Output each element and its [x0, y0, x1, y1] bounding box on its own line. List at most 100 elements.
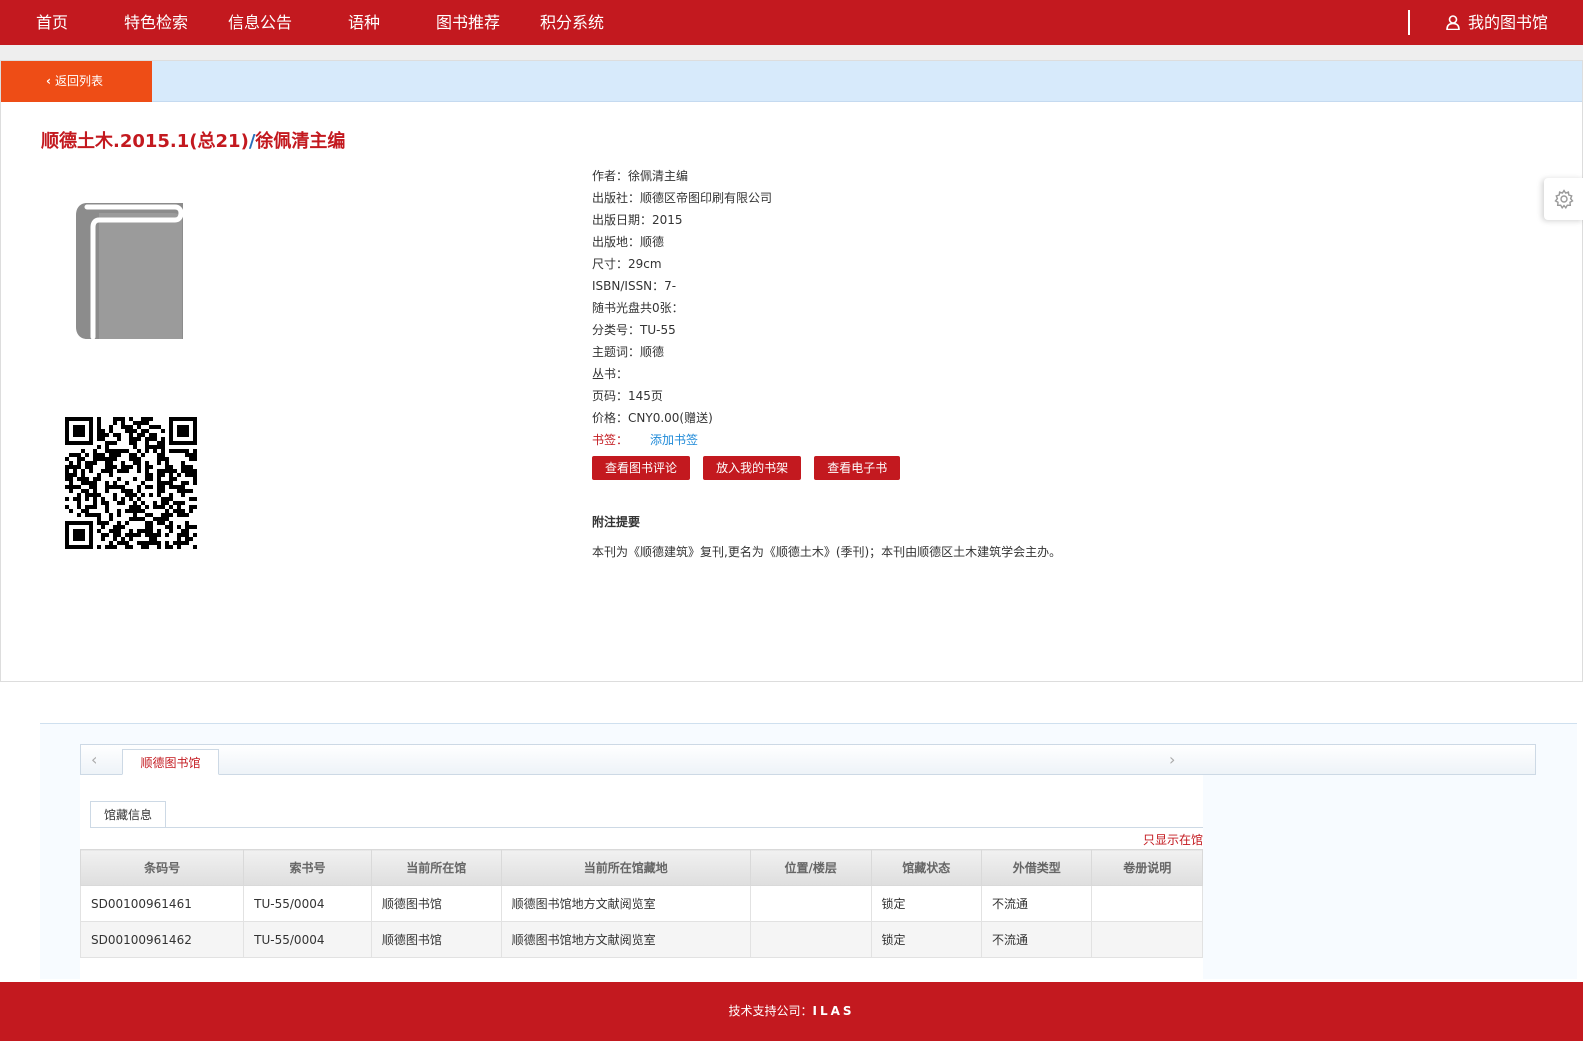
meta-row-bookmark: 书签： 添加书签	[592, 429, 772, 451]
table-cell: 顺德图书馆	[370, 885, 502, 922]
footer-brand: ILAS	[812, 1004, 855, 1018]
column-header: 外借类型	[981, 849, 1093, 886]
settings-tab[interactable]	[1544, 178, 1583, 220]
nav-announcements[interactable]: 信息公告	[228, 0, 292, 45]
meta-value: 顺德	[640, 345, 665, 359]
holdings-section: ‹ 顺德图书馆 › 馆藏信息 只显示在馆 条码号 索书号 当前所在馆 当前所在馆藏地位…	[40, 723, 1577, 980]
only-show-available-link[interactable]: 只显示在馆	[1143, 831, 1203, 848]
meta-key: ISBN/ISSN：	[592, 279, 665, 293]
table-cell: 锁定	[870, 921, 983, 958]
meta-key: 出版地：	[592, 235, 641, 249]
meta-key: 出版社：	[592, 191, 641, 205]
add-to-shelf-button[interactable]: 放入我的书架	[703, 456, 802, 480]
meta-key: 页码：	[592, 389, 629, 403]
column-header: 当前所在馆藏地	[500, 849, 751, 886]
column-header: 条码号	[79, 849, 245, 886]
meta-key: 尺寸：	[592, 257, 629, 271]
library-tab-strip: ‹ 顺德图书馆 ›	[80, 744, 1536, 775]
tab-shunde-library[interactable]: 顺德图书馆	[122, 749, 219, 775]
meta-value: 2015	[652, 213, 683, 227]
meta-row: 出版地：顺德	[592, 231, 772, 253]
meta-row: 作者：徐佩清主编	[592, 165, 772, 187]
chevron-left-icon: ‹	[46, 74, 51, 88]
column-header: 当前所在馆	[370, 849, 502, 886]
table-row: SD00100961462 TU-55/0004 顺德图书馆 顺德图书馆地方文献阅览室…	[79, 921, 1203, 958]
notes-heading: 附注提要	[592, 515, 641, 529]
meta-key: 作者：	[592, 169, 629, 183]
back-bar: ‹ 返回列表	[1, 61, 1582, 102]
tab-holdings-info[interactable]: 馆藏信息	[90, 801, 166, 827]
table-cell: 不流通	[981, 921, 1093, 958]
footer-support-label: 技术支持公司：	[728, 1004, 813, 1018]
table-cell: 顺德图书馆	[370, 921, 502, 958]
meta-value: TU-55	[640, 323, 676, 337]
table-cell	[1091, 921, 1203, 958]
view-ebook-button[interactable]: 查看电子书	[814, 456, 901, 480]
book-metadata: 作者：徐佩清主编 出版社：顺德区帝图印刷有限公司 出版日期：2015 出版地：顺德 尺寸…	[592, 165, 772, 451]
column-header: 卷册说明	[1091, 849, 1203, 886]
my-library-link[interactable]: 我的图书馆	[1446, 0, 1548, 45]
table-cell	[749, 921, 872, 958]
table-header-row: 条码号 索书号 当前所在馆 当前所在馆藏地 位置/楼层 馆藏状态 外借类型 卷册说明	[79, 849, 1203, 886]
tab-scroll-left-icon[interactable]: ‹	[91, 745, 97, 774]
nav-book-recommend[interactable]: 图书推荐	[436, 0, 500, 45]
nav-special-search[interactable]: 特色检索	[124, 0, 188, 45]
table-cell: TU-55/0004	[243, 921, 372, 958]
column-header: 馆藏状态	[870, 849, 983, 886]
table-cell: SD00100961461	[79, 885, 245, 922]
meta-key: 出版日期：	[592, 213, 653, 227]
meta-row: 出版日期：2015	[592, 209, 772, 231]
bookmark-key: 书签：	[592, 433, 629, 447]
meta-value: 145页	[628, 389, 663, 403]
back-to-list-button[interactable]: ‹ 返回列表	[1, 61, 152, 102]
meta-value: 顺德区帝图印刷有限公司	[640, 191, 773, 205]
table-row: SD00100961461 TU-55/0004 顺德图书馆 顺德图书馆地方文献阅览室…	[79, 885, 1203, 922]
table-cell	[1091, 885, 1203, 922]
column-header: 位置/楼层	[749, 849, 872, 886]
table-cell: 顺德图书馆地方文献阅览室	[500, 921, 751, 958]
top-nav: 首页 特色检索 信息公告 语种 图书推荐 积分系统 我的图书馆	[0, 0, 1583, 45]
qr-code	[65, 417, 197, 549]
meta-key: 价格：	[592, 411, 629, 425]
nav-home[interactable]: 首页	[36, 0, 68, 45]
table-cell: 锁定	[870, 885, 983, 922]
column-header: 索书号	[243, 849, 372, 886]
meta-row: 丛书：	[592, 363, 772, 385]
nav-languages[interactable]: 语种	[348, 0, 380, 45]
table-cell: SD00100961462	[79, 921, 245, 958]
back-to-list-label: 返回列表	[54, 74, 103, 88]
table-cell	[749, 885, 872, 922]
book-title-main: 顺德土木.2015.1(总21)	[41, 131, 249, 152]
meta-row: ISBN/ISSN：7-	[592, 275, 772, 297]
sub-tab-divider	[90, 827, 1203, 828]
add-bookmark-link[interactable]: 添加书签	[650, 433, 698, 447]
my-library-label: 我的图书馆	[1467, 13, 1548, 32]
meta-value: 7-	[664, 279, 677, 293]
holdings-content: 馆藏信息 只显示在馆 条码号 索书号 当前所在馆 当前所在馆藏地 位置/楼层 馆藏状态 外借…	[79, 775, 1203, 980]
meta-row: 页码：145页	[592, 385, 772, 407]
meta-value: 徐佩清主编	[628, 169, 689, 183]
meta-value: CNY0.00(赠送)	[628, 411, 713, 425]
book-cover-icon	[75, 201, 187, 345]
table-cell: TU-55/0004	[243, 885, 372, 922]
nav-divider	[1408, 10, 1410, 35]
meta-key: 丛书：	[592, 367, 629, 381]
meta-row: 出版社：顺德区帝图印刷有限公司	[592, 187, 772, 209]
book-detail-panel: ‹ 返回列表 顺德土木.2015.1(总21)/徐佩清主编 作者：徐佩清主编 出版社…	[0, 60, 1583, 682]
nav-gap	[0, 45, 1583, 60]
view-reviews-button[interactable]: 查看图书评论	[592, 456, 691, 480]
meta-key: 随书光盘共0张：	[592, 301, 684, 315]
book-title: 顺德土木.2015.1(总21)/徐佩清主编	[41, 127, 345, 153]
gear-icon	[1554, 189, 1574, 209]
meta-row: 尺寸：29cm	[592, 253, 772, 275]
tab-scroll-right-icon[interactable]: ›	[1169, 745, 1175, 774]
notes-body: 本刊为《顺德建筑》复刊,更名为《顺德土木》(季刊)；本刊由顺德区土木建筑学会主办…	[592, 545, 1062, 559]
user-icon	[1446, 15, 1460, 31]
nav-points-system[interactable]: 积分系统	[540, 0, 604, 45]
meta-row: 主题词：顺德	[592, 341, 772, 363]
meta-value: 顺德	[640, 235, 665, 249]
footer: 技术支持公司：ILAS	[0, 982, 1583, 1041]
action-buttons: 查看图书评论 放入我的书架 查看电子书	[592, 456, 908, 480]
meta-row: 分类号：TU-55	[592, 319, 772, 341]
meta-row: 随书光盘共0张：	[592, 297, 772, 319]
